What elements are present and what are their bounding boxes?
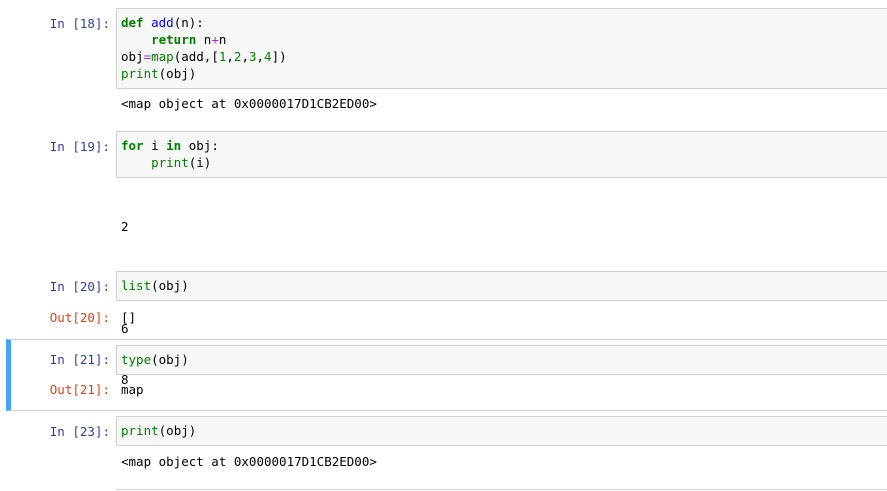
input-prompt: In [23]:	[49, 424, 110, 439]
input-prompt: In [19]:	[49, 139, 110, 154]
code-input[interactable]: def add(n): return n+n obj=map(add,[1,2,…	[116, 8, 887, 89]
builtin: print	[121, 66, 159, 81]
notebook-cell-20[interactable]: In [20]: list(obj) Out[20]: []	[8, 271, 887, 331]
output-prompt: Out[21]:	[49, 382, 110, 397]
cell-output: map	[121, 382, 144, 397]
code-line: def add(n):	[121, 14, 883, 31]
code-line: return n+n	[121, 31, 883, 48]
cell-output: <map object at 0x0000017D1CB2ED00>	[121, 454, 377, 469]
input-prompt: In [21]:	[49, 352, 110, 367]
code-input[interactable]: for i in obj: print(i)	[116, 131, 887, 178]
code-text: obj	[121, 49, 144, 64]
output-prompt: Out[20]:	[49, 310, 110, 325]
keyword: def	[121, 15, 144, 30]
builtin: print	[151, 155, 189, 170]
code-line: print(obj)	[121, 65, 883, 82]
builtin: print	[121, 423, 159, 438]
code-text: (add,[	[173, 49, 219, 64]
keyword: return	[151, 32, 197, 47]
code-line: list(obj)	[121, 277, 883, 294]
next-cell-edge	[116, 489, 887, 490]
notebook-cell-19[interactable]: In [19]: for i in obj: print(i) 2 4 6 8	[8, 131, 887, 387]
notebook-cell-23[interactable]: In [23]: print(obj) <map object at 0x000…	[8, 416, 887, 476]
keyword: in	[166, 138, 182, 153]
code-input[interactable]: print(obj)	[116, 416, 887, 446]
code-text: (obj)	[151, 278, 189, 293]
code-input[interactable]: list(obj)	[116, 271, 887, 301]
code-text: obj:	[181, 138, 219, 153]
function-name: add	[151, 15, 174, 30]
builtin: list	[121, 278, 152, 293]
code-text: (n):	[173, 15, 204, 30]
code-text: (i)	[188, 155, 212, 170]
operator: =	[143, 49, 152, 64]
code-text: (obj)	[158, 423, 197, 438]
builtin: type	[121, 352, 152, 367]
code-text: (obj)	[151, 352, 189, 367]
input-prompt: In [18]:	[49, 16, 110, 31]
code-line: for i in obj:	[121, 137, 883, 154]
cell-output: []	[121, 310, 137, 325]
number: 3	[248, 49, 257, 64]
cell-output: <map object at 0x0000017D1CB2ED00>	[121, 96, 377, 111]
number: 4	[264, 49, 272, 64]
code-input[interactable]: type(obj)	[116, 345, 887, 375]
code-text: i	[143, 138, 167, 153]
builtin: map	[151, 49, 174, 64]
code-line: type(obj)	[121, 351, 883, 368]
code-text: ,	[256, 49, 265, 64]
notebook-cell-21[interactable]: In [21]: type(obj) Out[21]: map	[6, 339, 887, 411]
code-line: print(obj)	[121, 422, 883, 439]
operator: +	[211, 32, 219, 47]
code-line: print(i)	[121, 154, 883, 171]
code-line: obj=map(add,[1,2,3,4])	[121, 48, 883, 65]
code-text: (obj)	[158, 66, 197, 81]
code-text: n	[218, 32, 227, 47]
notebook-cell-18[interactable]: In [18]: def add(n): return n+n obj=map(…	[8, 8, 887, 123]
keyword: for	[121, 138, 144, 153]
code-text: ,	[241, 49, 249, 64]
code-text: ,	[226, 49, 234, 64]
code-text: ])	[271, 49, 287, 64]
input-prompt: In [20]:	[49, 279, 110, 294]
output-line: 2	[121, 219, 129, 234]
